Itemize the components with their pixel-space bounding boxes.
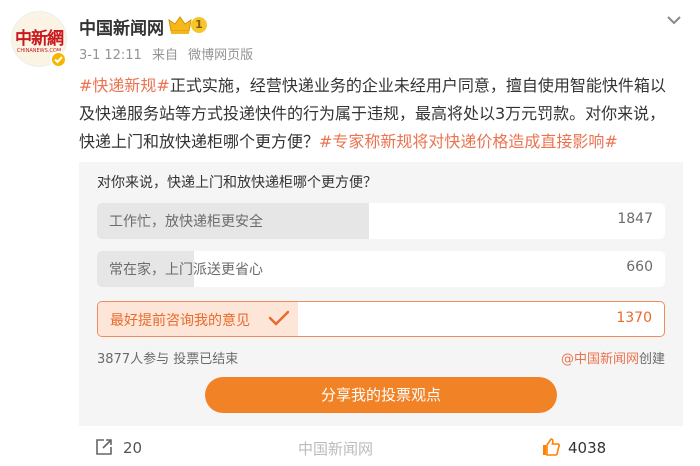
poll-card: 对你来说，快递上门和放快递柜哪个更方便？ 工作忙，放快递柜更安全 1847 常在…	[79, 162, 683, 426]
creator-link[interactable]: @中国新闻网	[561, 352, 639, 367]
poll-stats: 3877人参与 投票已结束	[97, 352, 239, 367]
poll-option-count: 1847	[617, 211, 653, 227]
author-name[interactable]: 中国新闻网	[79, 14, 164, 39]
verified-badge-icon	[50, 51, 67, 68]
poll-option[interactable]: 常在家，上门派送更省心 660	[97, 251, 665, 287]
share-vote-button[interactable]: 分享我的投票观点	[205, 377, 557, 413]
hashtag-link[interactable]: #专家称新规将对快递价格造成直接影响#	[319, 132, 618, 151]
poll-option-selected[interactable]: 最好提前咨询我的意见 1370	[97, 301, 665, 337]
post-meta: 3-1 12:11 来自 微博网页版	[79, 44, 259, 63]
poll-option-count: 660	[626, 259, 653, 275]
avatar-logo-text: 中新網	[15, 29, 64, 49]
poll-option-label: 常在家，上门派送更省心	[109, 262, 263, 278]
repost-icon	[96, 439, 112, 455]
hashtag-link[interactable]: #快递新规#	[79, 76, 170, 95]
source-prefix: 来自	[151, 48, 178, 63]
like-count: 4038	[568, 439, 607, 457]
thumbs-up-icon	[543, 438, 560, 456]
creator-suffix: 创建	[638, 352, 665, 367]
chevron-down-icon[interactable]	[664, 12, 684, 28]
post-timestamp[interactable]: 3-1 12:11	[79, 48, 142, 63]
poll-option-label: 最好提前咨询我的意见	[110, 313, 250, 329]
poll-option-count: 1370	[616, 310, 652, 326]
poll-question: 对你来说，快递上门和放快递柜哪个更方便？	[97, 175, 377, 191]
post-text: #快递新规#正式实施，经营快递业务的企业未经用户同意，擅自使用智能快件箱以及快递…	[79, 72, 679, 156]
poll-creator: @中国新闻网创建	[561, 348, 665, 367]
crown-badge-icon[interactable]: 1	[168, 15, 210, 35]
repost-count: 20	[123, 439, 143, 457]
checkmark-icon	[268, 309, 290, 327]
poll-option-label: 工作忙，放快递柜更安全	[109, 214, 263, 230]
watermark-text: 中国新闻网	[298, 440, 374, 458]
poll-option[interactable]: 工作忙，放快递柜更安全 1847	[97, 203, 665, 239]
post-source: 微博网页版	[188, 48, 254, 63]
level-badge: 1	[191, 17, 207, 33]
